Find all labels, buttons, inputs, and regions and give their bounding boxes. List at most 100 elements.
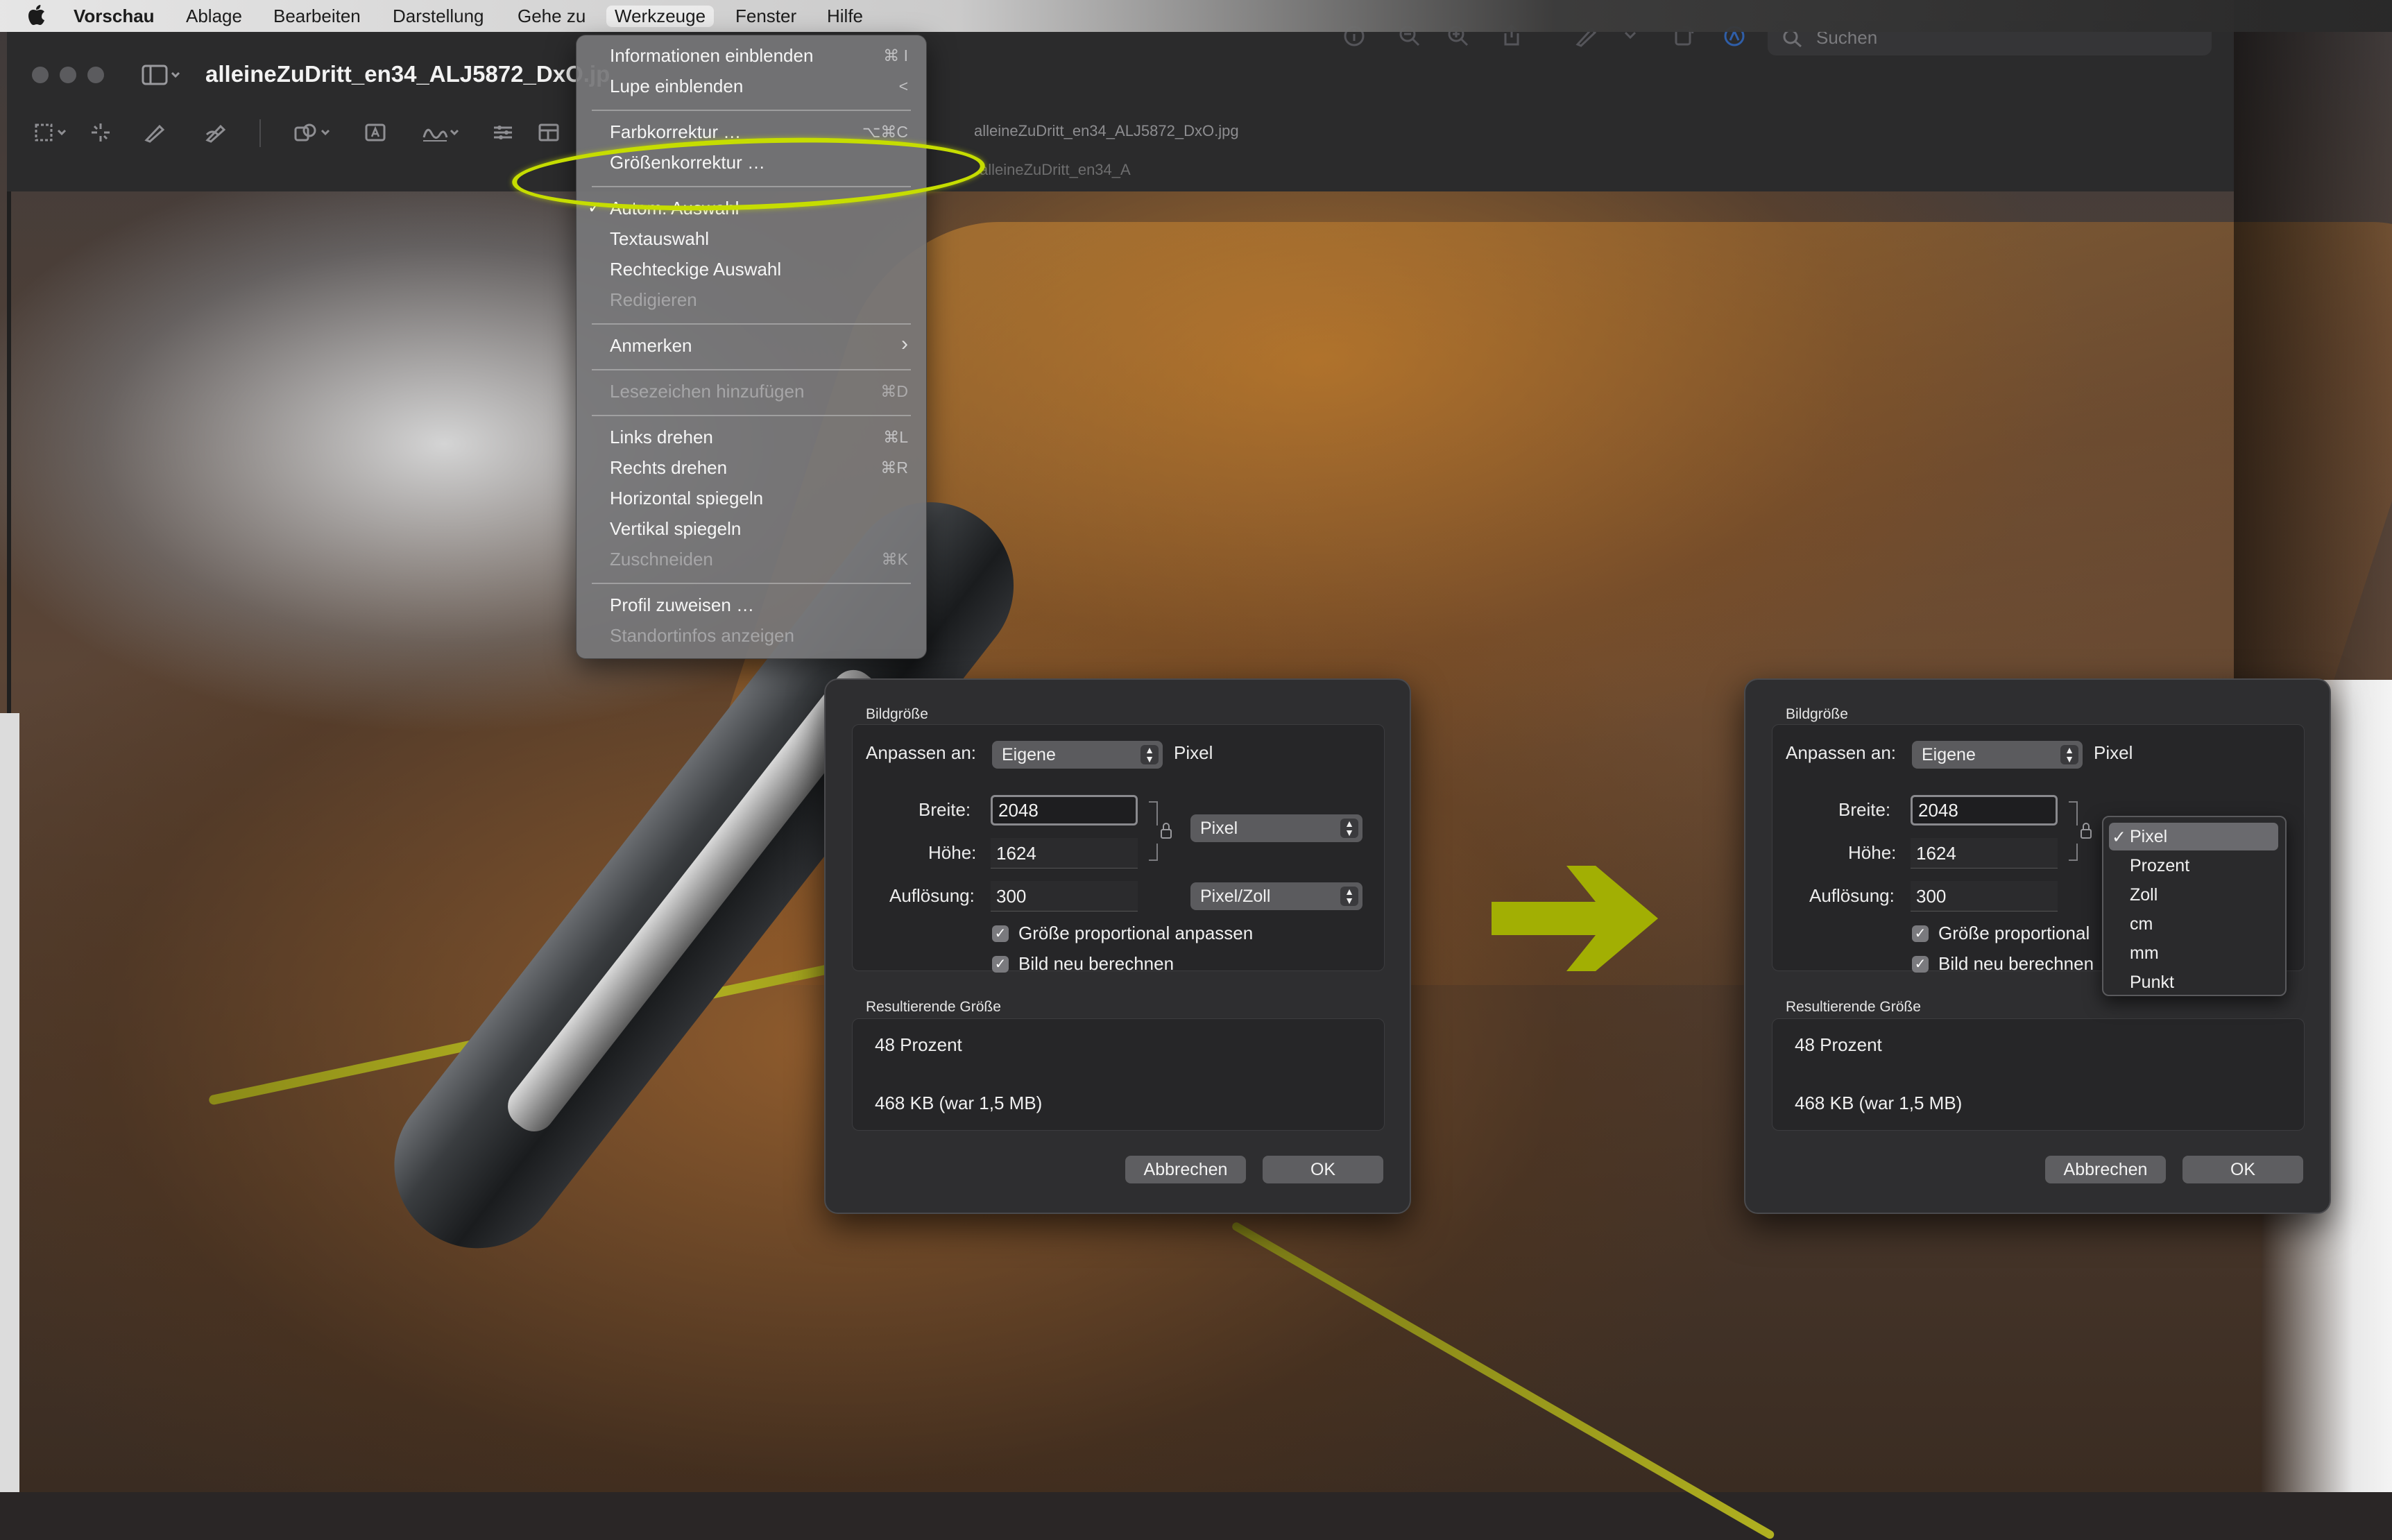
shortcut-info: ⌘ I (883, 46, 908, 65)
menu-item-vertikal-spiegeln[interactable]: Vertikal spiegeln (610, 518, 741, 540)
zoom-window-button[interactable] (87, 67, 104, 83)
menu-item-rechts-drehen[interactable]: Rechts drehen (610, 457, 727, 479)
width-field[interactable]: 2048 (991, 795, 1138, 825)
shortcut-zuschneiden: ⌘K (881, 550, 908, 568)
menu-hilfe[interactable]: Hilfe (827, 6, 863, 27)
popup-arrows-icon: ▲ ▼ (1340, 819, 1358, 838)
shapes-icon[interactable] (294, 122, 334, 146)
menu-bearbeiten[interactable]: Bearbeiten (273, 6, 361, 27)
unit-dropdown-list: ✓ Pixel Prozent Zoll cm mm Punkt (2102, 816, 2287, 996)
menu-item-informationen[interactable]: Informationen einblenden (610, 45, 813, 67)
menu-darstellung[interactable]: Darstellung (393, 6, 484, 27)
scale-proportional-label: Größe proportional anpassen (1018, 923, 1254, 943)
shortcut-rechts-drehen: ⌘R (880, 459, 908, 477)
menu-item-lupe[interactable]: Lupe einblenden (610, 76, 743, 97)
close-window-button[interactable] (32, 67, 49, 83)
fit-unit-label: Pixel (1174, 742, 1213, 763)
unit-option-cm[interactable]: cm (2130, 914, 2153, 934)
window-edge (7, 191, 11, 713)
proportion-lock-icon[interactable] (1146, 796, 1174, 866)
unit-option-pixel[interactable]: Pixel (2130, 827, 2167, 847)
minimize-window-button[interactable] (60, 67, 76, 83)
resolution-label: Auflösung: (1809, 885, 1895, 906)
resolution-field[interactable]: 300 (1911, 881, 2058, 912)
fit-popup-value: Eigene (1002, 745, 1056, 764)
resample-checkbox[interactable]: ✓ (992, 956, 1009, 973)
menu-item-textauswahl[interactable]: Textauswahl (610, 228, 709, 250)
checkmark-icon: ✓ (2112, 828, 2126, 847)
height-field[interactable]: 1624 (1911, 838, 2058, 869)
document-tab-ghost: alleineZuDritt_en34_A (980, 161, 1131, 178)
result-title: Resultierende Größe (866, 999, 1001, 1015)
fit-popup[interactable]: Eigene ▲ ▼ (992, 741, 1163, 769)
result-panel: 48 Prozent 468 KB (war 1,5 MB) (852, 1018, 1385, 1131)
layout-icon[interactable] (538, 122, 561, 146)
submenu-chevron-icon: › (901, 332, 908, 355)
menu-item-horizontal-spiegeln[interactable]: Horizontal spiegeln (610, 488, 763, 509)
menu-fenster[interactable]: Fenster (735, 6, 796, 27)
fit-popup[interactable]: Eigene ▲ ▼ (1912, 741, 2083, 769)
ok-button[interactable]: OK (1263, 1156, 1383, 1183)
result-panel: 48 Prozent 468 KB (war 1,5 MB) (1772, 1018, 2305, 1131)
resolution-field[interactable]: 300 (991, 881, 1138, 912)
menu-item-standortinfos: Standortinfos anzeigen (610, 625, 794, 646)
menu-ablage[interactable]: Ablage (186, 6, 242, 27)
height-field[interactable]: 1624 (991, 838, 1138, 869)
menu-separator (592, 323, 911, 325)
width-field[interactable]: 2048 (1911, 795, 2058, 825)
menu-separator (592, 415, 911, 416)
height-label: Höhe: (1848, 842, 1897, 863)
fit-label: Anpassen an: (866, 742, 977, 763)
resample-checkbox[interactable]: ✓ (1912, 956, 1929, 973)
popup-arrows-icon: ▲ ▼ (2060, 745, 2078, 764)
menu-item-lesezeichen: Lesezeichen hinzufügen (610, 381, 805, 402)
instant-alpha-icon[interactable] (90, 122, 111, 146)
unit-option-mm[interactable]: mm (2130, 943, 2159, 964)
ok-button[interactable]: OK (2182, 1156, 2303, 1183)
result-percent: 48 Prozent (1795, 1034, 1882, 1055)
shortcut-farbkorrektur: ⌥⌘C (862, 123, 908, 141)
menu-item-profil-zuweisen[interactable]: Profil zuweisen … (610, 594, 754, 616)
unit-option-prozent[interactable]: Prozent (2130, 856, 2189, 876)
menu-item-zuschneiden: Zuschneiden (610, 549, 713, 570)
shortcut-lupe: < (898, 77, 908, 95)
sidebar-toggle-icon[interactable] (142, 64, 182, 86)
menu-item-anmerken[interactable]: Anmerken (610, 335, 692, 357)
menu-werkzeuge[interactable]: Werkzeuge (606, 6, 715, 27)
cancel-button[interactable]: Abbrechen (2045, 1156, 2166, 1183)
image-size-dialog-units-open: Bildgröße Anpassen an: Eigene ▲ ▼ Pixel B… (1744, 678, 2331, 1214)
section-title-bildgroesse: Bildgröße (866, 706, 928, 722)
size-unit-popup[interactable]: Pixel ▲ ▼ (1190, 814, 1362, 842)
text-box-icon[interactable] (365, 122, 387, 146)
document-tab[interactable]: alleineZuDritt_en34_ALJ5872_DxO.jpg (974, 122, 1239, 140)
menu-separator (592, 369, 911, 370)
size-unit-value: Pixel (1200, 819, 1238, 838)
arrow-right-icon (1492, 866, 1658, 971)
resample-label: Bild neu berechnen (1938, 953, 2094, 974)
popup-arrows-icon: ▲ ▼ (1340, 887, 1358, 906)
menu-app-name[interactable]: Vorschau (74, 6, 155, 27)
resolution-unit-popup[interactable]: Pixel/Zoll ▲ ▼ (1190, 882, 1362, 910)
scale-proportional-checkbox[interactable]: ✓ (992, 925, 1009, 942)
menu-item-rechteckige-auswahl[interactable]: Rechteckige Auswahl (610, 259, 781, 280)
result-size: 468 KB (war 1,5 MB) (875, 1093, 1043, 1113)
signature-icon[interactable] (422, 122, 462, 146)
menu-item-links-drehen[interactable]: Links drehen (610, 427, 713, 448)
proportion-lock-icon[interactable] (2066, 796, 2094, 866)
adjust-color-icon[interactable] (493, 122, 513, 146)
draw-icon[interactable] (205, 122, 229, 146)
menu-separator (592, 583, 911, 584)
width-label: Breite: (919, 799, 971, 820)
apple-logo-icon[interactable] (26, 4, 49, 28)
menu-gehe-zu[interactable]: Gehe zu (518, 6, 586, 27)
width-label: Breite: (1838, 799, 1891, 820)
unit-option-punkt[interactable]: Punkt (2130, 973, 2174, 993)
cancel-button[interactable]: Abbrechen (1125, 1156, 1246, 1183)
fit-unit-label: Pixel (2094, 742, 2133, 763)
scale-proportional-checkbox[interactable]: ✓ (1912, 925, 1929, 942)
unit-option-zoll[interactable]: Zoll (2130, 885, 2158, 905)
sketch-icon[interactable] (144, 122, 166, 146)
resample-label: Bild neu berechnen (1018, 953, 1174, 974)
rect-select-icon[interactable] (35, 122, 72, 146)
markup-chevron-icon[interactable] (1623, 31, 1637, 44)
